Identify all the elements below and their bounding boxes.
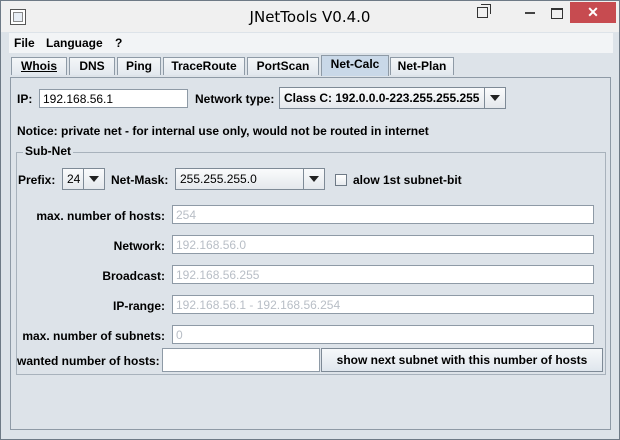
chevron-down-icon[interactable] (484, 88, 505, 108)
ip-range-field: 192.168.56.1 - 192.168.56.254 (172, 295, 594, 314)
netmask-value: 255.255.255.0 (180, 172, 257, 186)
show-next-subnet-button[interactable]: show next subnet with this number of hos… (321, 348, 603, 372)
tab-net-plan-label: Net-Plan (397, 59, 447, 73)
tab-traceroute-label: TraceRoute (171, 59, 237, 73)
menu-help[interactable]: ? (115, 36, 122, 50)
tab-ping-label: Ping (126, 59, 152, 73)
tab-traceroute[interactable]: TraceRoute (163, 57, 245, 75)
prefix-dropdown[interactable]: 24 (62, 168, 105, 190)
tab-strip: Whois DNS Ping TraceRoute PortScan Net-C… (9, 54, 613, 76)
broadcast-field: 192.168.56.255 (172, 265, 594, 284)
maximize-icon[interactable] (546, 2, 568, 22)
allow-subnet-bit-checkbox[interactable] (335, 174, 347, 186)
menu-file[interactable]: File (14, 36, 35, 50)
chevron-down-icon[interactable] (303, 169, 324, 189)
broadcast-label: Broadcast: (102, 269, 165, 283)
network-label: Network: (113, 239, 165, 253)
tab-portscan-label: PortScan (256, 59, 310, 73)
chevron-down-icon[interactable] (83, 169, 104, 189)
restore-window-icon[interactable] (471, 2, 493, 22)
network-type-dropdown[interactable]: Class C: 192.0.0.0-223.255.255.255 (279, 87, 506, 109)
ip-input[interactable]: 192.168.56.1 (39, 89, 188, 108)
subnet-legend: Sub-Net (23, 144, 73, 158)
tab-whois[interactable]: Whois (11, 57, 67, 75)
tab-net-calc[interactable]: Net-Calc (321, 55, 389, 76)
ip-label: IP: (17, 92, 33, 106)
network-field: 192.168.56.0 (172, 235, 594, 254)
netmask-label: Net-Mask: (111, 173, 169, 187)
menu-bar: File Language ? (9, 33, 613, 53)
subnet-group: Sub-Net Prefix: 24 Net-Mask: 255.255.255… (16, 144, 606, 375)
network-type-value: Class C: 192.0.0.0-223.255.255.255 (284, 91, 480, 105)
tab-portscan[interactable]: PortScan (247, 57, 319, 75)
menu-language[interactable]: Language (46, 36, 103, 50)
allow-subnet-bit-label: alow 1st subnet-bit (353, 173, 462, 187)
net-calc-panel: IP: 192.168.56.1 Network type: Class C: … (10, 77, 611, 430)
minimize-icon[interactable] (515, 2, 545, 22)
tab-net-plan[interactable]: Net-Plan (390, 57, 454, 75)
network-type-label: Network type: (195, 92, 275, 106)
tab-net-calc-label: Net-Calc (330, 57, 380, 71)
ip-range-label: IP-range: (112, 299, 165, 313)
max-hosts-label: max. number of hosts: (36, 209, 165, 223)
app-window: JNetTools V0.4.0 ✕ File Language ? Whois… (0, 0, 620, 440)
prefix-value: 24 (67, 172, 81, 186)
max-hosts-field: 254 (172, 205, 594, 224)
close-icon[interactable]: ✕ (570, 2, 616, 23)
prefix-label: Prefix: (18, 173, 56, 187)
tab-whois-label: Whois (21, 59, 57, 73)
tab-ping[interactable]: Ping (117, 57, 161, 75)
tab-dns[interactable]: DNS (69, 57, 115, 75)
wanted-hosts-input[interactable] (162, 348, 320, 372)
max-subnets-label: max. number of subnets: (22, 329, 165, 343)
title-bar[interactable]: JNetTools V0.4.0 ✕ (1, 1, 619, 32)
tab-dns-label: DNS (79, 59, 105, 73)
max-subnets-field: 0 (172, 325, 594, 344)
netmask-dropdown[interactable]: 255.255.255.0 (175, 168, 325, 190)
notice-text: Notice: private net - for internal use o… (17, 124, 429, 138)
wanted-hosts-label: wanted number of hosts: (17, 354, 160, 368)
